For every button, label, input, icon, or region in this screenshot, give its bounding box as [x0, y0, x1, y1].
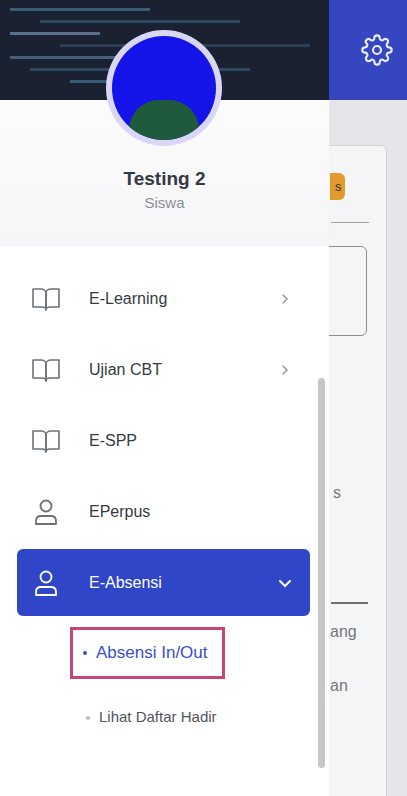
bullet-dot — [83, 651, 87, 655]
sidebar-item[interactable]: Ujian CBT — [0, 334, 329, 405]
app-screen: s s ang an Testing 2 — [0, 0, 407, 796]
user-icon — [31, 498, 61, 526]
submenu-item[interactable]: Absensi In/Out — [0, 620, 329, 685]
user-role: Siswa — [144, 192, 184, 214]
status-badge: s — [330, 173, 345, 200]
expand-state — [278, 578, 292, 588]
book-icon — [31, 427, 61, 455]
content-text: an — [330, 674, 348, 698]
card-divider — [331, 222, 369, 223]
sidebar-item[interactable]: E-SPP — [0, 405, 329, 476]
avatar-photo — [112, 36, 216, 140]
submenu-item-label: Lihat Daftar Hadir — [99, 706, 217, 729]
settings-button[interactable] — [361, 34, 393, 66]
bullet-dot — [86, 716, 90, 720]
sidebar-item[interactable]: EPerpus — [0, 476, 329, 547]
sidebar: Testing 2 Siswa E-Learning Ujian CBT E-SPP… — [0, 0, 329, 796]
chevron-right-icon[interactable] — [278, 364, 292, 376]
sidebar-item-row[interactable]: EPerpus — [17, 478, 310, 545]
sidebar-item-row[interactable]: E-Learning — [17, 265, 310, 332]
card-divider — [331, 602, 368, 604]
expand-state — [280, 293, 290, 305]
profile-info: Testing 2 Siswa — [0, 166, 329, 214]
chevron-down-icon[interactable] — [278, 578, 292, 588]
submenu-item[interactable]: Lihat Daftar Hadir — [0, 685, 329, 750]
content-text: ang — [330, 620, 357, 644]
scrollbar[interactable] — [318, 378, 325, 768]
book-icon — [31, 356, 61, 384]
sidebar-item-label: E-SPP — [89, 430, 278, 452]
sidebar-item-label: Ujian CBT — [89, 359, 278, 381]
gear-icon — [361, 34, 393, 66]
book-icon — [31, 285, 61, 313]
chevron-right-icon[interactable] — [278, 293, 292, 305]
expand-state — [280, 364, 290, 376]
sidebar-menu: E-Learning Ujian CBT E-SPP EPerpus E-Absensi… — [0, 246, 329, 750]
avatar — [106, 30, 222, 146]
sidebar-item-row[interactable]: Ujian CBT — [17, 336, 310, 403]
sidebar-item-label: E-Absensi — [89, 572, 278, 594]
sidebar-item-row[interactable]: E-Absensi — [17, 549, 310, 616]
user-icon — [31, 569, 61, 597]
submenu-item-box[interactable]: Absensi In/Out — [70, 627, 225, 679]
content-text: s — [333, 481, 341, 505]
sidebar-item[interactable]: E-Absensi — [0, 547, 329, 618]
profile-panel: Testing 2 Siswa — [0, 0, 329, 246]
sidebar-item-row[interactable]: E-SPP — [17, 407, 310, 474]
user-name: Testing 2 — [124, 166, 206, 192]
sidebar-item-label: EPerpus — [89, 501, 278, 523]
submenu-item-label: Absensi In/Out — [96, 640, 208, 666]
submenu: Absensi In/Out Lihat Daftar Hadir — [0, 618, 329, 750]
submenu-item-box[interactable]: Lihat Daftar Hadir — [70, 692, 234, 744]
sidebar-item-label: E-Learning — [89, 288, 278, 310]
sidebar-item[interactable]: E-Learning — [0, 263, 329, 334]
